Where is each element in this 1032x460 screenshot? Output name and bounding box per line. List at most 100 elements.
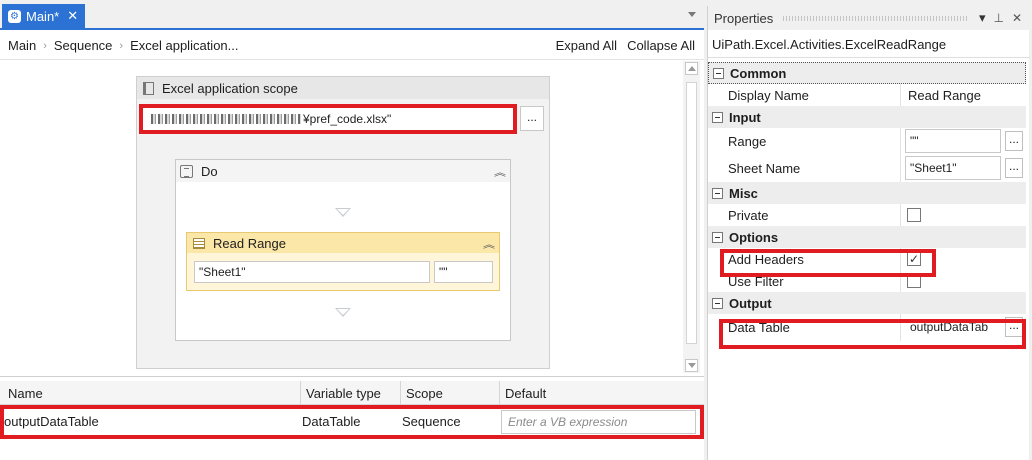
do-header: Do — [176, 160, 510, 182]
workbook-path-text: ¥pref_code.xlsx" — [303, 112, 392, 126]
excel-table-icon — [193, 237, 205, 249]
column-name[interactable]: Name — [8, 386, 43, 401]
workflow-icon: ⚙ — [8, 9, 21, 23]
activity-type-name: UiPath.Excel.Activities.ExcelReadRange — [708, 32, 1030, 58]
expand-all-button[interactable]: Expand All — [556, 38, 617, 53]
collapse-category-icon[interactable] — [712, 297, 723, 309]
collapse-category-icon[interactable] — [713, 67, 724, 79]
breadcrumb-item-main[interactable]: Main — [8, 38, 36, 53]
breadcrumb-item-excel-scope[interactable]: Excel application... — [130, 38, 238, 53]
category-label: Output — [729, 295, 772, 311]
property-data-table[interactable]: Data Table outputDataTab ... — [722, 314, 1026, 341]
chevron-right-icon: › — [119, 39, 124, 52]
properties-title: Properties — [714, 10, 774, 26]
property-label: Display Name — [728, 87, 809, 103]
property-range[interactable]: Range "" ... — [722, 128, 1026, 155]
property-grid: Common Display Name Read Range Input Ran… — [708, 62, 1026, 341]
workbook-path-input[interactable]: ¥pref_code.xlsx" — [139, 104, 517, 134]
sheet-name-input[interactable]: "Sheet1" — [194, 261, 430, 283]
panel-grip[interactable] — [783, 15, 969, 21]
chevron-right-icon: › — [43, 39, 47, 52]
category-label: Input — [729, 109, 761, 125]
collapse-category-icon[interactable] — [712, 187, 723, 199]
browse-file-button[interactable]: ... — [520, 106, 544, 131]
category-common[interactable]: Common — [708, 62, 1026, 84]
property-label: Sheet Name — [728, 161, 801, 176]
column-scope[interactable]: Scope — [406, 386, 443, 401]
property-label: Data Table — [728, 320, 790, 335]
add-headers-checkbox[interactable]: ✓ — [907, 252, 921, 266]
use-filter-checkbox[interactable] — [907, 274, 921, 288]
excel-scope-icon — [143, 81, 154, 95]
tab-main[interactable]: ⚙ Main* ✕ — [2, 4, 85, 28]
range-editor-button[interactable]: ... — [1005, 131, 1023, 151]
property-label: Use Filter — [728, 273, 784, 289]
property-display-name[interactable]: Display Name Read Range — [722, 84, 1026, 106]
property-label: Private — [728, 207, 769, 223]
scope-header: Excel application scope — [137, 77, 549, 99]
category-label: Common — [730, 65, 787, 81]
breadcrumb-item-sequence[interactable]: Sequence — [54, 38, 113, 53]
workflow-designer: ⚙ Main* ✕ Main › Sequence › Excel applic… — [0, 0, 704, 460]
close-tab-icon[interactable]: ✕ — [67, 8, 78, 24]
scrollbar-thumb[interactable] — [686, 82, 697, 344]
collapse-icon[interactable]: ︽ — [483, 238, 495, 252]
property-private[interactable]: Private — [722, 204, 1026, 226]
data-table-editor-button[interactable]: ... — [1005, 317, 1023, 337]
variable-default-input[interactable]: Enter a VB expression — [501, 410, 696, 434]
private-checkbox[interactable] — [907, 208, 921, 222]
variables-header-row: Name Variable type Scope Default — [0, 381, 704, 405]
property-sheet-name[interactable]: Sheet Name "Sheet1" ... — [722, 155, 1026, 182]
variable-row[interactable]: outputDataTable DataTable Sequence Enter… — [0, 405, 704, 439]
property-label: Range — [728, 134, 767, 149]
variables-panel: Name Variable type Scope Default outputD… — [0, 376, 704, 460]
column-default[interactable]: Default — [505, 386, 546, 401]
document-tab-strip: ⚙ Main* ✕ — [0, 0, 704, 30]
scroll-up-icon[interactable] — [685, 62, 698, 75]
collapse-icon[interactable]: ︽ — [494, 166, 506, 180]
data-table-field[interactable]: outputDataTab — [905, 315, 1001, 339]
panel-menu-icon[interactable]: ▾ — [979, 10, 986, 26]
display-name-value[interactable]: Read Range — [908, 88, 981, 103]
read-range-header: Read Range — [187, 233, 499, 253]
pin-icon[interactable]: ⊥ — [993, 11, 1003, 25]
category-input[interactable]: Input — [708, 106, 1026, 128]
property-add-headers[interactable]: Add Headers ✓ — [722, 248, 1026, 270]
variable-type[interactable]: DataTable — [302, 414, 361, 429]
designer-vertical-scrollbar[interactable] — [683, 61, 700, 373]
close-icon[interactable]: ✕ — [1012, 11, 1022, 25]
scroll-down-icon[interactable] — [685, 359, 698, 372]
redacted-path-segment — [151, 114, 301, 124]
variable-scope[interactable]: Sequence — [402, 414, 461, 429]
collapse-category-icon[interactable] — [712, 231, 723, 243]
tab-list-dropdown-icon[interactable] — [688, 12, 696, 17]
do-sequence[interactable]: Do ︽ Read Range ︽ "Sheet1" "" — [175, 159, 511, 341]
breadcrumb: Main › Sequence › Excel application... E… — [0, 32, 704, 60]
property-use-filter[interactable]: Use Filter — [722, 270, 1026, 292]
category-output[interactable]: Output — [708, 292, 1026, 314]
designer-canvas: Excel application scope ¥pref_code.xlsx"… — [0, 61, 682, 373]
sequence-icon — [180, 164, 193, 178]
sheet-name-editor-button[interactable]: ... — [1005, 158, 1023, 178]
range-input[interactable]: "" — [434, 261, 493, 283]
column-variable-type[interactable]: Variable type — [306, 386, 381, 401]
category-misc[interactable]: Misc — [708, 182, 1026, 204]
range-field[interactable]: "" — [905, 129, 1001, 153]
properties-title-bar: Properties ▾ ⊥ ✕ — [708, 6, 1030, 30]
property-label: Add Headers — [728, 251, 804, 267]
properties-panel: Properties ▾ ⊥ ✕ UiPath.Excel.Activities… — [707, 6, 1030, 460]
category-label: Options — [729, 229, 779, 245]
scope-title: Excel application scope — [162, 80, 298, 96]
collapse-category-icon[interactable] — [712, 111, 723, 123]
sheet-name-field[interactable]: "Sheet1" — [905, 156, 1001, 180]
drop-target-arrow-icon[interactable] — [335, 308, 351, 317]
tab-label: Main* — [26, 8, 60, 24]
read-range-activity[interactable]: Read Range ︽ "Sheet1" "" — [186, 232, 500, 291]
variable-name[interactable]: outputDataTable — [4, 414, 99, 429]
category-label: Misc — [729, 185, 758, 201]
read-range-title: Read Range — [213, 235, 286, 251]
excel-application-scope-activity[interactable]: Excel application scope ¥pref_code.xlsx"… — [136, 76, 550, 369]
category-options[interactable]: Options — [708, 226, 1026, 248]
drop-target-arrow-icon[interactable] — [335, 208, 351, 217]
collapse-all-button[interactable]: Collapse All — [627, 38, 695, 53]
